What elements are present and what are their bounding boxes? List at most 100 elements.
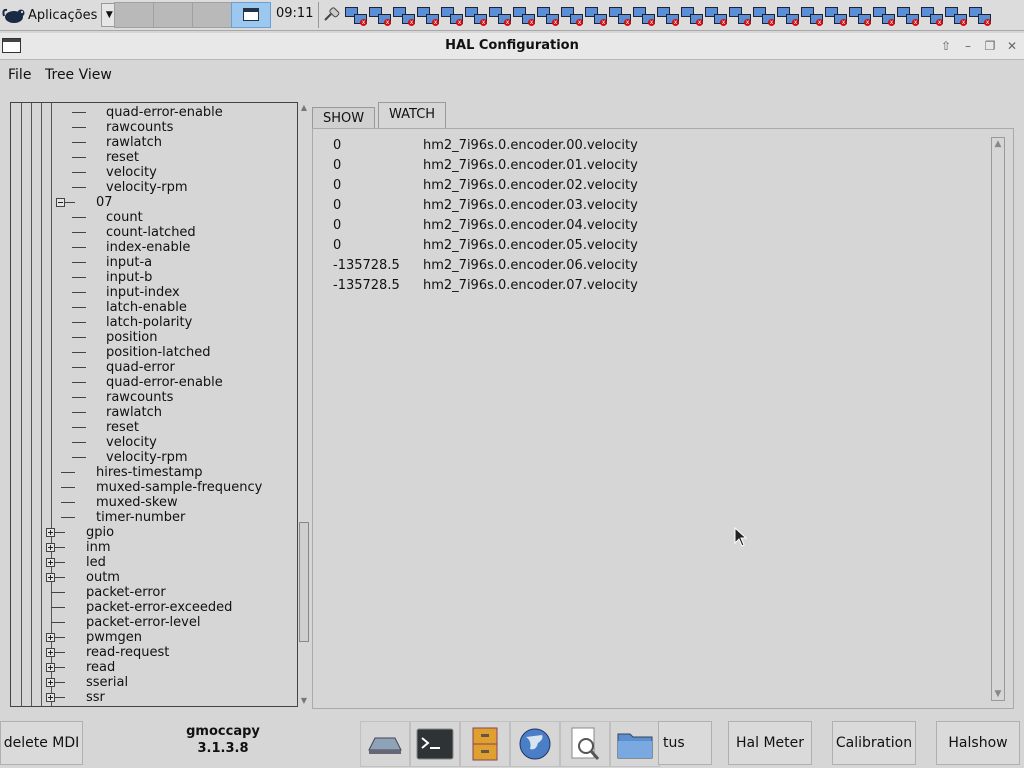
tree-row[interactable]: input-a — [11, 255, 297, 270]
tree-row[interactable]: reset — [11, 150, 297, 165]
tree-row[interactable]: position-latched — [11, 345, 297, 360]
tree-row[interactable]: rawlatch — [11, 405, 297, 420]
expand-plus-icon[interactable] — [46, 678, 55, 687]
network-disconnected-icon[interactable]: x — [680, 4, 704, 26]
tree-row[interactable]: input-b — [11, 270, 297, 285]
clock[interactable]: 09:11 — [276, 6, 313, 21]
network-disconnected-icon[interactable]: x — [824, 4, 848, 26]
delete-mdi-button[interactable]: delete MDI — [0, 721, 83, 765]
network-disconnected-icon[interactable]: x — [848, 4, 872, 26]
network-disconnected-icon[interactable]: x — [440, 4, 464, 26]
tree-row[interactable]: velocity — [11, 435, 297, 450]
tree-scroll-thumb[interactable] — [299, 522, 309, 642]
tree-row[interactable]: ssr — [11, 690, 297, 705]
expand-plus-icon[interactable] — [46, 693, 55, 702]
scroll-up-icon[interactable]: ▲ — [992, 138, 1004, 150]
network-disconnected-icon[interactable]: x — [728, 4, 752, 26]
hal-tree[interactable]: quad-error-enable rawcounts rawlatch reset v… — [10, 102, 298, 707]
network-disconnected-icon[interactable]: x — [776, 4, 800, 26]
shade-up-icon[interactable]: ⇧ — [938, 38, 954, 54]
tree-row[interactable]: outm — [11, 570, 297, 585]
expand-plus-icon[interactable] — [46, 663, 55, 672]
network-disconnected-icon[interactable]: x — [560, 4, 584, 26]
tree-row[interactable]: read — [11, 660, 297, 675]
tree-row[interactable]: packet-error — [11, 585, 297, 600]
tree-row[interactable]: reset — [11, 420, 297, 435]
watch-scrollbar[interactable]: ▲ ▼ — [991, 137, 1005, 701]
network-disconnected-icon[interactable]: x — [800, 4, 824, 26]
expand-plus-icon[interactable] — [46, 528, 55, 537]
globe-icon[interactable] — [510, 721, 560, 767]
watch-row[interactable]: 0 hm2_7i96s.0.encoder.03.velocity — [313, 197, 973, 215]
tab-watch[interactable]: WATCH — [378, 102, 447, 129]
tree-row[interactable]: muxed-skew — [11, 495, 297, 510]
workspace-2[interactable] — [153, 2, 193, 28]
watch-row[interactable]: 0 hm2_7i96s.0.encoder.00.velocity — [313, 137, 973, 155]
tree-row[interactable]: quad-error-enable — [11, 105, 297, 120]
watch-row[interactable]: 0 hm2_7i96s.0.encoder.01.velocity — [313, 157, 973, 175]
folder-icon[interactable] — [610, 721, 660, 767]
close-icon[interactable]: ✕ — [1004, 38, 1020, 54]
scroll-down-icon[interactable]: ▼ — [299, 696, 309, 706]
tree-row[interactable]: position — [11, 330, 297, 345]
network-disconnected-icon[interactable]: x — [920, 4, 944, 26]
watch-row[interactable]: 0 hm2_7i96s.0.encoder.04.velocity — [313, 217, 973, 235]
watch-row[interactable]: 0 hm2_7i96s.0.encoder.05.velocity — [313, 237, 973, 255]
network-disconnected-icon[interactable]: x — [752, 4, 776, 26]
tree-row[interactable]: latch-polarity — [11, 315, 297, 330]
expand-plus-icon[interactable] — [46, 573, 55, 582]
tree-row[interactable]: muxed-sample-frequency — [11, 480, 297, 495]
network-disconnected-icon[interactable]: x — [488, 4, 512, 26]
tree-row[interactable]: inm — [11, 540, 297, 555]
watch-row[interactable]: -135728.5 hm2_7i96s.0.encoder.07.velocity — [313, 277, 973, 295]
network-disconnected-icon[interactable]: x — [632, 4, 656, 26]
expand-plus-icon[interactable] — [46, 648, 55, 657]
watch-row[interactable]: 0 hm2_7i96s.0.encoder.02.velocity — [313, 177, 973, 195]
hal-meter-button[interactable]: Hal Meter — [728, 721, 812, 765]
network-disconnected-icon[interactable]: x — [656, 4, 680, 26]
power-plug-icon[interactable] — [322, 5, 342, 25]
machine-icon[interactable] — [360, 721, 410, 767]
halshow-button[interactable]: Halshow — [936, 721, 1020, 765]
expand-plus-icon[interactable] — [46, 558, 55, 567]
network-disconnected-icon[interactable]: x — [608, 4, 632, 26]
watch-row[interactable]: -135728.5 hm2_7i96s.0.encoder.06.velocity — [313, 257, 973, 275]
tree-row[interactable]: rawcounts — [11, 390, 297, 405]
menu-file[interactable]: File — [8, 67, 31, 83]
tree-row[interactable]: velocity-rpm — [11, 180, 297, 195]
calibration-button[interactable]: Calibration — [832, 721, 916, 765]
status-button[interactable]: tus — [658, 721, 712, 765]
scroll-up-icon[interactable]: ▲ — [299, 103, 309, 113]
applications-menu[interactable]: Aplicações ▼ — [2, 3, 118, 27]
collapse-minus-icon[interactable] — [56, 198, 65, 207]
network-disconnected-icon[interactable]: x — [344, 4, 368, 26]
terminal-icon[interactable] — [410, 721, 460, 767]
tree-row[interactable]: packet-error-level — [11, 615, 297, 630]
tree-row[interactable]: index-enable — [11, 240, 297, 255]
tree-row[interactable]: timer-number — [11, 510, 297, 525]
tree-row[interactable]: sserial — [11, 675, 297, 690]
tree-row[interactable]: count — [11, 210, 297, 225]
maximize-icon[interactable]: ❐ — [982, 38, 998, 54]
minimize-icon[interactable]: – — [960, 38, 976, 54]
search-document-icon[interactable] — [560, 721, 610, 767]
tree-row[interactable]: hires-timestamp — [11, 465, 297, 480]
network-disconnected-icon[interactable]: x — [968, 4, 992, 26]
expand-plus-icon[interactable] — [46, 633, 55, 642]
tree-scrollbar[interactable]: ▲ ▼ — [298, 102, 310, 707]
tree-row[interactable]: gpio — [11, 525, 297, 540]
tree-row[interactable]: latch-enable — [11, 300, 297, 315]
tree-row[interactable]: count-latched — [11, 225, 297, 240]
scroll-down-icon[interactable]: ▼ — [992, 688, 1004, 700]
tree-row[interactable]: led — [11, 555, 297, 570]
tree-row[interactable]: quad-error-enable — [11, 375, 297, 390]
title-bar[interactable]: HAL Configuration ⇧ – ❐ ✕ — [0, 33, 1024, 60]
file-cabinet-icon[interactable] — [460, 721, 510, 767]
tree-row[interactable]: rawlatch — [11, 135, 297, 150]
network-disconnected-icon[interactable]: x — [704, 4, 728, 26]
network-disconnected-icon[interactable]: x — [512, 4, 536, 26]
tree-row[interactable]: 07 — [11, 195, 297, 210]
network-disconnected-icon[interactable]: x — [392, 4, 416, 26]
expand-plus-icon[interactable] — [46, 543, 55, 552]
tree-row[interactable]: pwmgen — [11, 630, 297, 645]
